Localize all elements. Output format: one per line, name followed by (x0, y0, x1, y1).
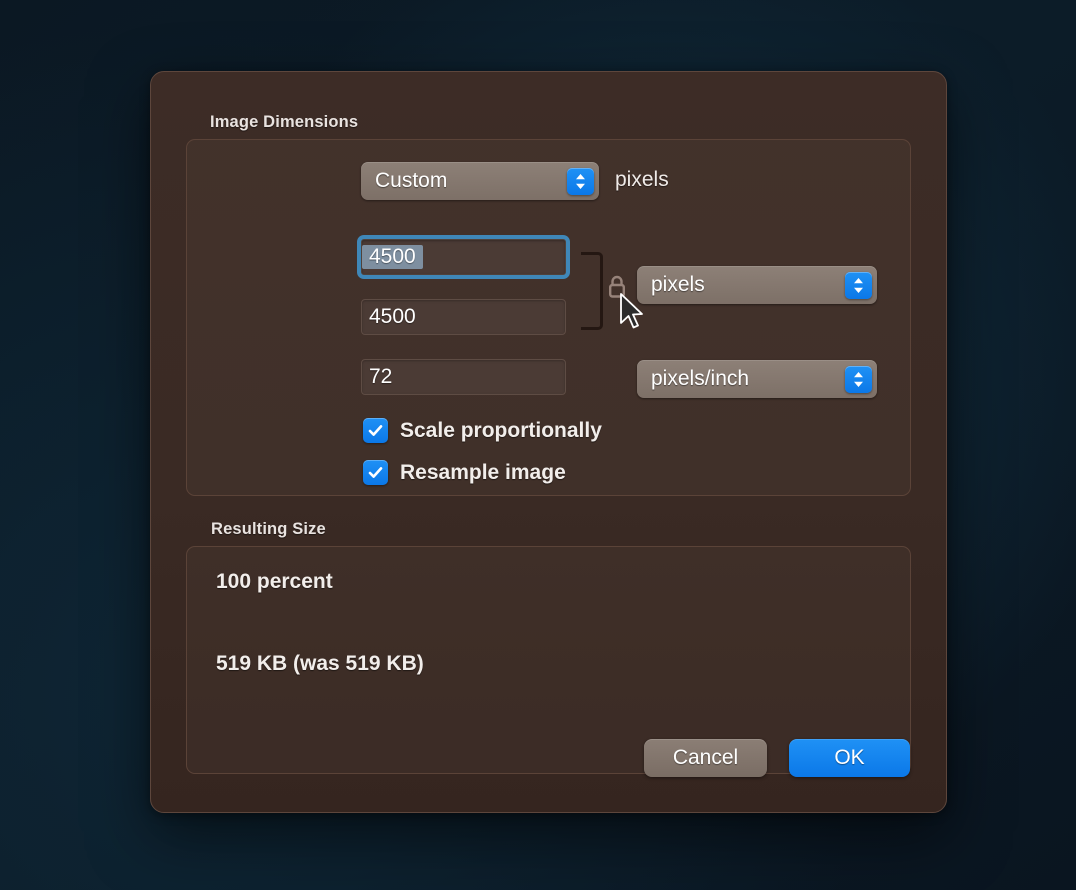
chevron-updown-icon[interactable] (567, 168, 594, 195)
group-title-resulting-size: Resulting Size (211, 520, 326, 539)
checkmark-icon[interactable] (363, 460, 388, 485)
resulting-size-bytes: 519 KB (was 519 KB) (216, 652, 424, 676)
scale-proportionally-label: Scale proportionally (400, 419, 602, 443)
resample-image-checkbox-row[interactable]: Resample image (363, 460, 566, 485)
chevron-updown-icon[interactable] (845, 366, 872, 393)
checkmark-icon[interactable] (363, 418, 388, 443)
resolution-input-value: 72 (362, 365, 399, 389)
fit-into-select[interactable]: Custom (361, 162, 599, 200)
resulting-size-percent: 100 percent (216, 570, 333, 594)
width-unit-select[interactable]: pixels (637, 266, 877, 304)
resolution-input[interactable]: 72 (361, 359, 566, 395)
cancel-button[interactable]: Cancel (644, 739, 767, 777)
width-input-value: 4500 (362, 245, 423, 269)
image-size-dialog: Image Dimensions Fit into: Custom pixels… (150, 71, 947, 813)
lock-closed-icon (606, 272, 628, 302)
scale-proportionally-checkbox-row[interactable]: Scale proportionally (363, 418, 602, 443)
resolution-unit-select[interactable]: pixels/inch (637, 360, 877, 398)
dimension-link-bracket (581, 252, 603, 330)
label-fit-into-unit: pixels (615, 168, 669, 192)
width-input[interactable]: 4500 (361, 239, 566, 275)
resolution-unit-select-value: pixels/inch (637, 367, 845, 391)
ok-button[interactable]: OK (789, 739, 910, 777)
resample-image-label: Resample image (400, 461, 566, 485)
height-input-value: 4500 (362, 305, 423, 329)
height-input[interactable]: 4500 (361, 299, 566, 335)
chevron-updown-icon[interactable] (845, 272, 872, 299)
fit-into-select-value: Custom (361, 169, 567, 193)
width-unit-select-value: pixels (637, 273, 845, 297)
group-title-image-dimensions: Image Dimensions (210, 113, 358, 132)
